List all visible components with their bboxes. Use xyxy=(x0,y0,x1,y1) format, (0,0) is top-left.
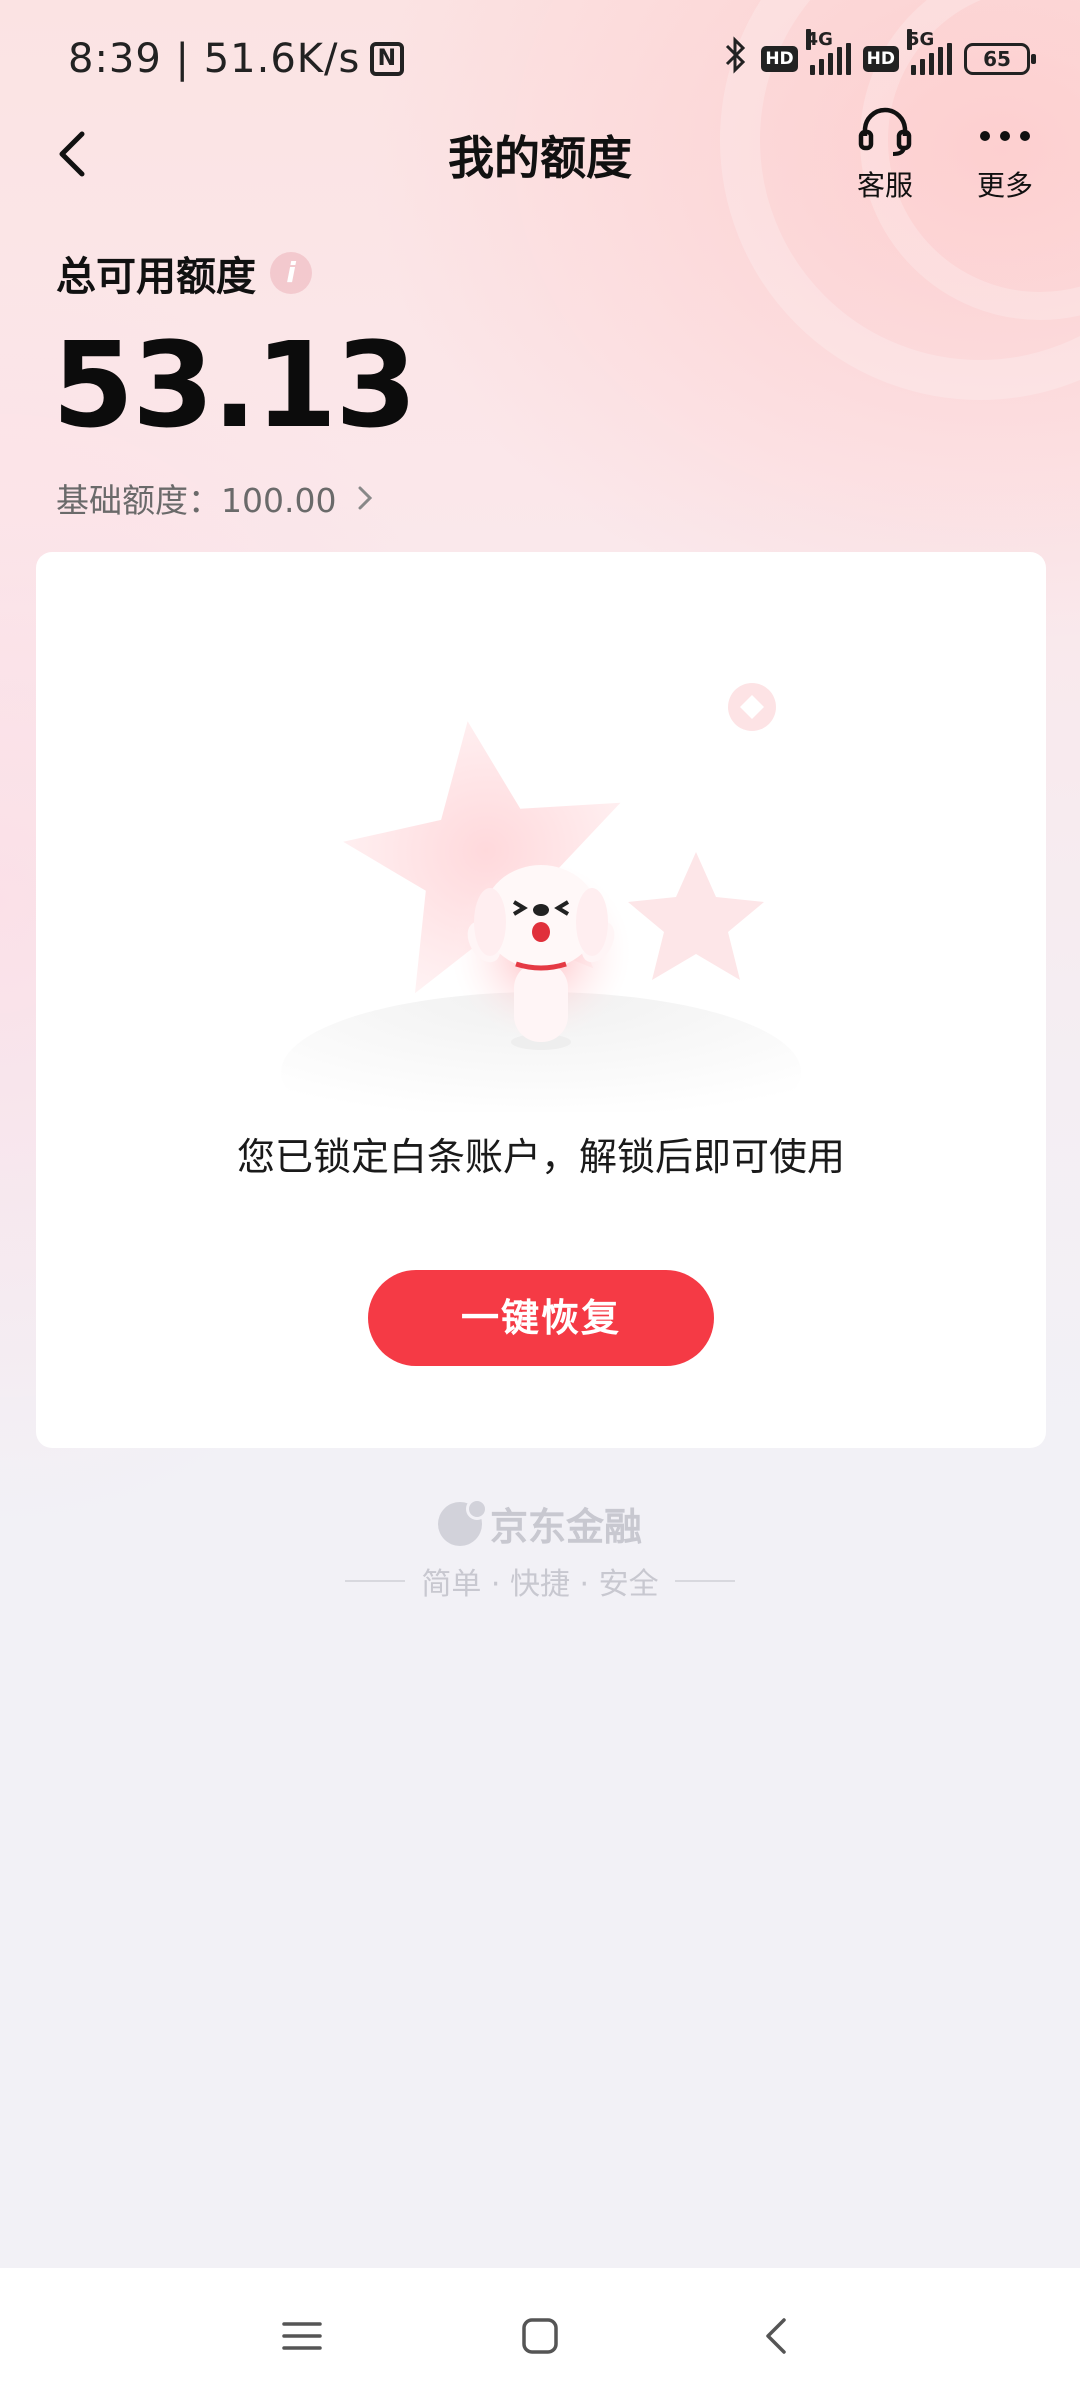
customer-service-label: 客服 xyxy=(856,169,913,202)
home-icon[interactable] xyxy=(516,2312,564,2360)
status-left: 8:39 | 51.6K/s N xyxy=(68,36,405,82)
status-right: HD 4G HD 5G 65 xyxy=(723,29,1036,83)
lock-message: 您已锁定白条账户，解锁后即可使用 xyxy=(236,1135,845,1179)
base-quota-link[interactable]: 基础额度：100.00 xyxy=(56,474,380,522)
menu-icon[interactable] xyxy=(278,2312,326,2360)
hd-badge-2: HD xyxy=(862,46,899,72)
headset-icon xyxy=(858,107,912,156)
brand-slogan-text: 简单 · 快捷 · 安全 xyxy=(421,1567,659,1602)
total-quota-label: 总可用额度 i xyxy=(56,244,312,302)
lock-status-card: 您已锁定白条账户，解锁后即可使用 一键恢复 xyxy=(36,552,1046,1448)
one-click-restore-button[interactable]: 一键恢复 xyxy=(368,1270,714,1366)
nfc-icon: N xyxy=(370,42,405,76)
battery-icon: 65 xyxy=(964,43,1036,75)
total-quota-text: 总可用额度 xyxy=(56,254,256,300)
back-icon[interactable] xyxy=(754,2312,802,2360)
brand-name: 京东金融 xyxy=(437,1496,642,1551)
more-label: 更多 xyxy=(976,169,1033,202)
bluetooth-icon xyxy=(723,35,749,83)
network-5g-label: 5G xyxy=(907,29,935,50)
time-and-speed: 8:39 | 51.6K/s xyxy=(68,36,361,82)
info-icon[interactable]: i xyxy=(270,252,312,294)
hd-badge-1: HD xyxy=(761,46,798,72)
brand-slogan: 简单 · 快捷 · 安全 xyxy=(0,1559,1080,1603)
divider-right xyxy=(674,1580,735,1582)
system-nav-bar xyxy=(0,2268,1080,2400)
brand-name-text: 京东金融 xyxy=(489,1505,642,1549)
signal-5g-icon: 5G xyxy=(907,29,952,75)
more-dots-icon xyxy=(980,131,1030,141)
divider-left xyxy=(345,1580,406,1582)
customer-service-button[interactable]: 客服 xyxy=(830,106,940,204)
base-quota-text: 基础额度：100.00 xyxy=(56,481,337,520)
available-quota-amount: 53.13 xyxy=(52,316,417,454)
nav-bar: 我的额度 客服 更多 xyxy=(0,100,1080,210)
page: 8:39 | 51.6K/s N HD 4G HD 5G 65 我的额度 客服 … xyxy=(0,0,1080,2400)
signal-4g-icon: 4G xyxy=(805,29,851,75)
mascot-illustration xyxy=(281,683,801,1112)
chevron-right-icon xyxy=(358,486,373,510)
more-button[interactable]: 更多 xyxy=(950,106,1060,204)
network-4g-label: 4G xyxy=(805,29,833,50)
brand-footer: 京东金融 简单 · 快捷 · 安全 xyxy=(0,1496,1080,1603)
jd-finance-logo-icon xyxy=(437,1497,488,1546)
